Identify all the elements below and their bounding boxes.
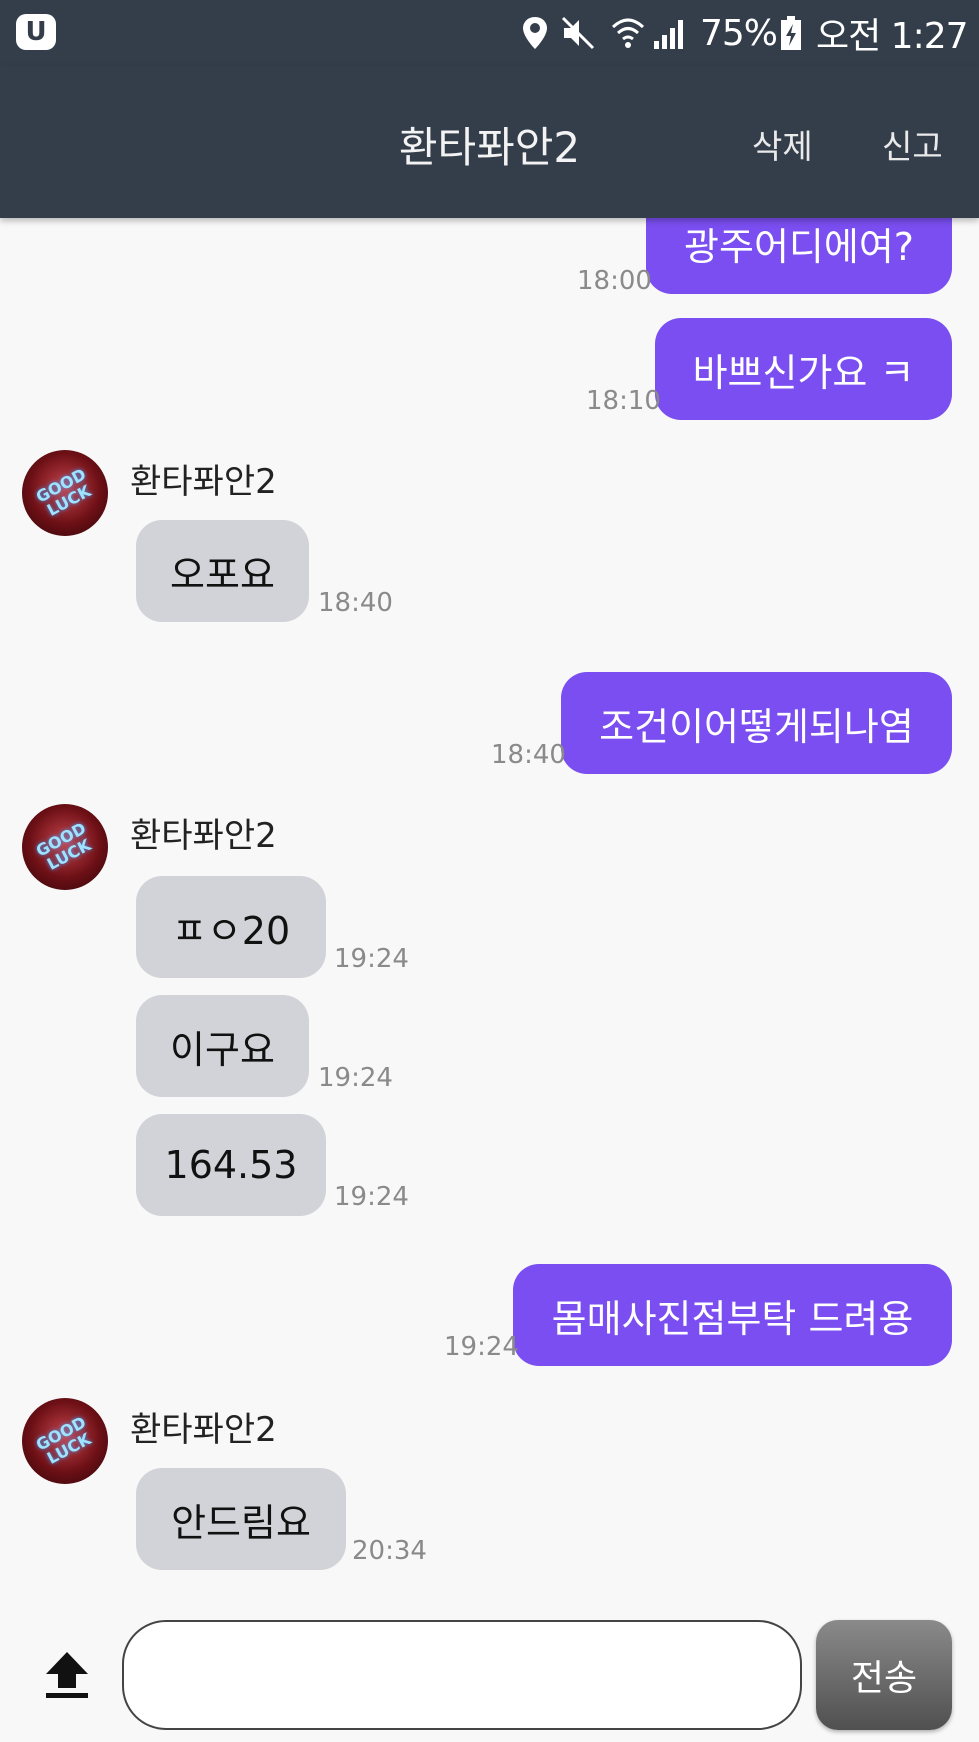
message-time: 18:00 xyxy=(577,266,652,296)
their-message-bubble: 164.53 xyxy=(136,1114,326,1216)
their-message-bubble: ㅍㅇ20 xyxy=(136,876,326,978)
message-time: 18:10 xyxy=(586,386,661,416)
signal-icon xyxy=(652,0,688,66)
message-time: 18:40 xyxy=(491,740,566,770)
message-time: 19:24 xyxy=(318,1063,393,1093)
sender-name: 환타퐈안2 xyxy=(130,462,277,502)
battery-percent: 75% xyxy=(700,12,778,54)
my-message-bubble: 바쁘신가요 ㅋ xyxy=(655,318,952,420)
their-message-bubble: 안드림요 xyxy=(136,1468,346,1570)
avatar[interactable]: GOOD LUCK xyxy=(22,1398,108,1484)
my-message-bubble: 조건이어떻게되나염 xyxy=(561,672,952,774)
avatar[interactable]: GOOD LUCK xyxy=(22,804,108,890)
avatar[interactable]: GOOD LUCK xyxy=(22,450,108,536)
mute-icon xyxy=(560,0,596,66)
message-time: 20:34 xyxy=(352,1536,427,1566)
location-icon xyxy=(520,0,550,66)
chat-header: 환타퐈안2 삭제 신고 xyxy=(0,66,979,218)
avatar-text: GOOD LUCK xyxy=(32,1412,95,1468)
wifi-icon xyxy=(610,0,646,66)
message-time: 19:24 xyxy=(334,1182,409,1212)
avatar-text: GOOD LUCK xyxy=(32,818,95,874)
message-input[interactable] xyxy=(122,1620,802,1730)
their-message-bubble: 오포요 xyxy=(136,520,309,622)
u-plus-icon: U xyxy=(16,14,56,50)
message-input-bar: 전송 xyxy=(0,1608,979,1742)
chat-title: 환타퐈안2 xyxy=(398,123,581,172)
send-button[interactable]: 전송 xyxy=(816,1620,952,1730)
message-list[interactable]: 광주어디에여? 18:00 바쁘신가요 ㅋ 18:10 GOOD LUCK 환타… xyxy=(0,218,979,1608)
battery-charging-icon xyxy=(780,0,802,66)
avatar-text: GOOD LUCK xyxy=(32,464,95,520)
delete-button[interactable]: 삭제 xyxy=(752,120,813,168)
report-button[interactable]: 신고 xyxy=(882,120,943,168)
my-message-bubble: 광주어디에여? xyxy=(646,218,952,294)
message-time: 19:24 xyxy=(444,1332,519,1362)
my-message-bubble: 몸매사진점부탁 드려용 xyxy=(513,1264,952,1366)
upload-arrow-icon[interactable] xyxy=(44,1650,90,1700)
sender-name: 환타퐈안2 xyxy=(130,816,277,856)
their-message-bubble: 이구요 xyxy=(136,995,309,1097)
clock: 오전 1:27 xyxy=(816,16,969,57)
sender-name: 환타퐈안2 xyxy=(130,1410,277,1450)
message-time: 19:24 xyxy=(334,944,409,974)
status-bar: U 75% 오전 1:27 xyxy=(0,0,979,66)
message-time: 18:40 xyxy=(318,588,393,618)
